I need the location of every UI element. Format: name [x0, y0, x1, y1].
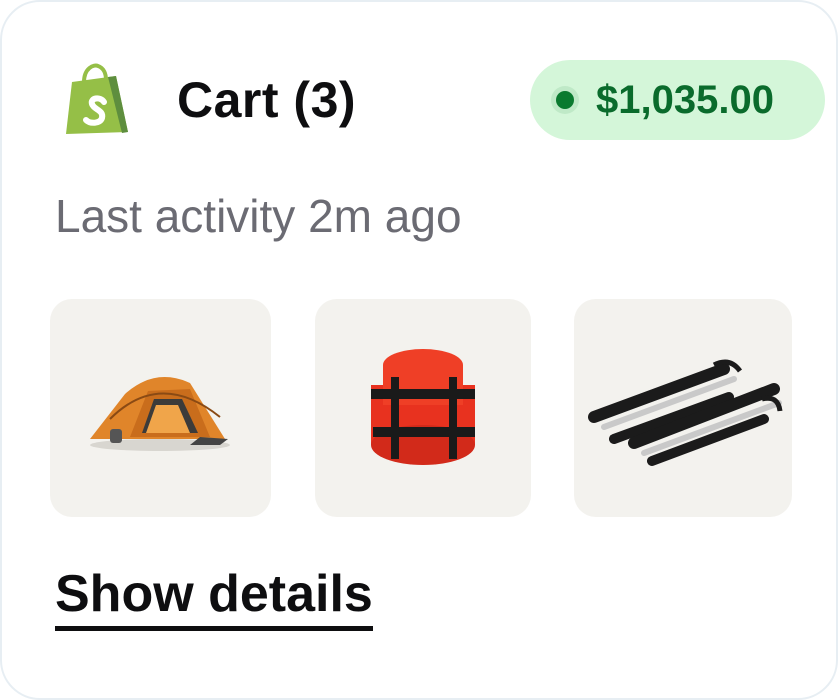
cart-item-thumbnail-sleeping-bag[interactable] [315, 299, 531, 517]
cart-total-amount: $1,035.00 [596, 78, 774, 122]
sleeping-bag-icon [371, 349, 475, 465]
last-activity-text: Last activity 2m ago [55, 190, 462, 242]
show-details-link[interactable]: Show details [55, 562, 373, 631]
cart-total-badge: $1,035.00 [530, 60, 825, 140]
tent-icon [90, 377, 230, 451]
cart-title: Cart (3) [177, 72, 357, 128]
cart-card: Cart (3) $1,035.00 Last activity 2m ago [0, 0, 838, 700]
shopify-bag-icon [66, 63, 128, 134]
trekking-poles-icon [588, 359, 783, 466]
status-dot-icon [556, 91, 574, 109]
cart-item-thumbnail-tent[interactable] [50, 299, 271, 517]
cart-item-thumbnail-trekking-poles[interactable] [574, 299, 792, 517]
